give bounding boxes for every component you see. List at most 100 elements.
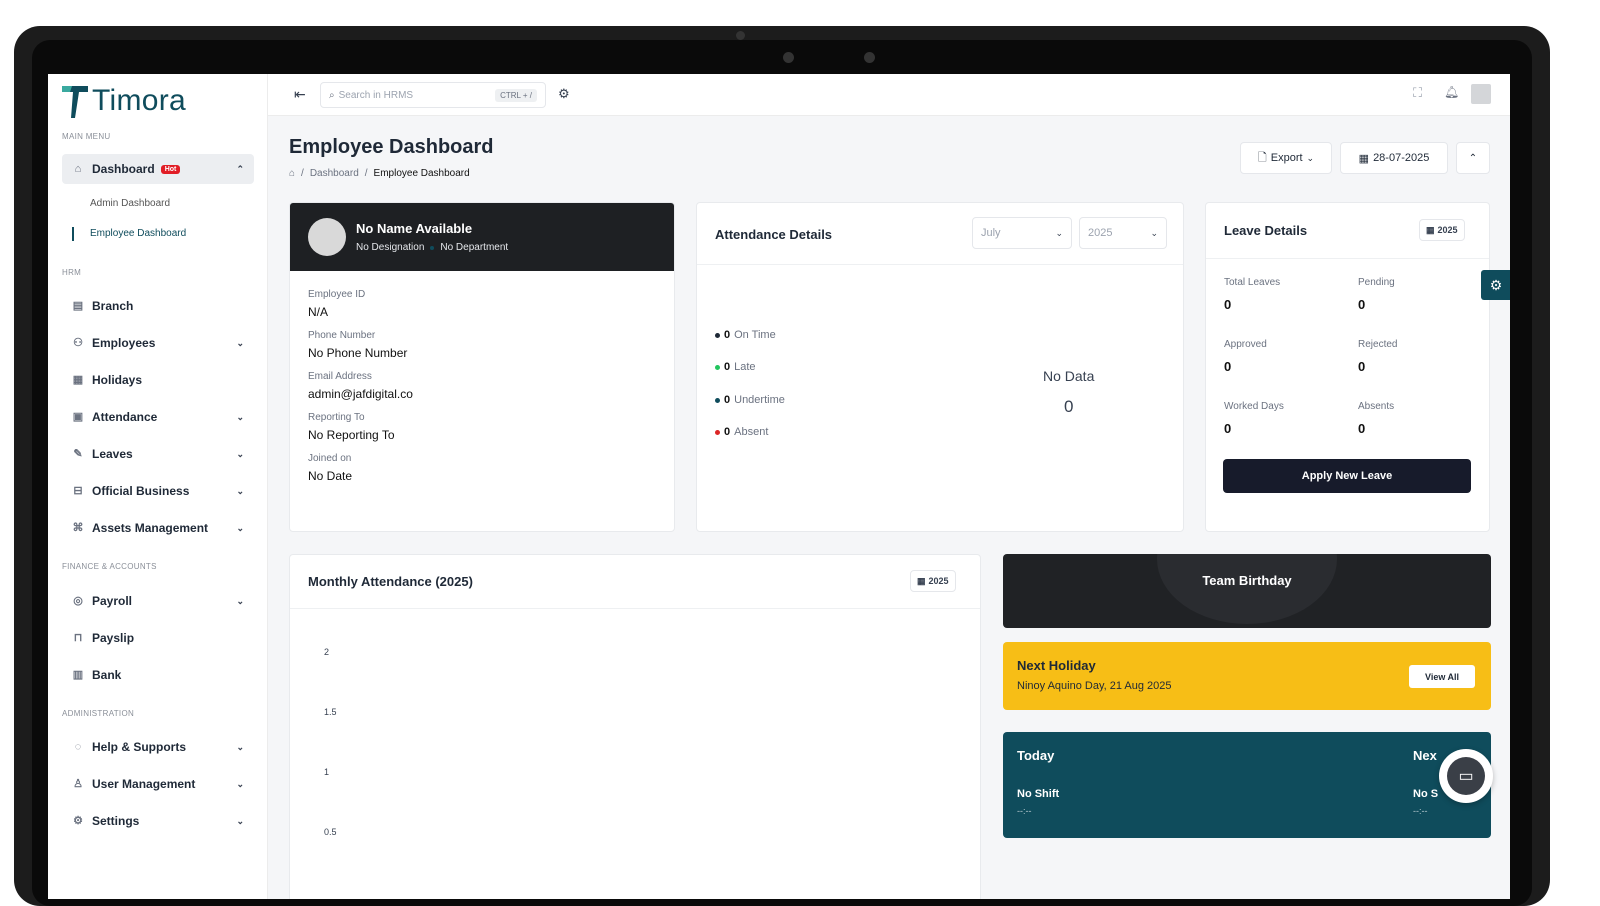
legend-dot: [715, 364, 720, 370]
sidebar-item-user-management[interactable]: ♙ User Management ⌄: [62, 769, 254, 799]
sidebar-item-branch[interactable]: ▤ Branch: [62, 291, 254, 321]
chevron-down-icon: ⌄: [236, 741, 244, 752]
home-icon[interactable]: ⌂: [289, 168, 295, 179]
camera-icon: [783, 52, 794, 63]
field-label: Reporting To: [308, 412, 365, 423]
clipboard-icon: ▣: [72, 411, 84, 423]
sidebar-item-settings[interactable]: ⚙ Settings ⌄: [62, 806, 254, 836]
sidebar-item-label: User Management: [92, 777, 196, 791]
employee-header: No Name Available No Designation No Depa…: [290, 203, 674, 271]
legend-dot: [715, 332, 720, 338]
stat-label: Total Leaves: [1224, 277, 1281, 288]
collapse-sidebar-icon[interactable]: ⇤: [294, 86, 306, 103]
sidebar-item-payslip[interactable]: ⊓ Payslip: [62, 623, 254, 653]
next-shift-time: --:--: [1413, 806, 1428, 816]
building-icon: ▤: [72, 300, 84, 312]
field-label: Email Address: [308, 371, 372, 382]
employee-fields: Employee ID N/A Phone Number No Phone Numb…: [290, 271, 674, 483]
employee-designation: No Designation: [356, 242, 425, 253]
bell-icon[interactable]: 🔔︎: [1444, 85, 1459, 99]
next-holiday-detail: Ninoy Aquino Day, 21 Aug 2025: [1017, 680, 1172, 692]
file-icon: 🗋︎: [1257, 151, 1267, 164]
today-shift-name: No Shift: [1017, 788, 1060, 800]
no-data-text: No Data: [1043, 368, 1095, 384]
sidebar-item-help-supports[interactable]: ◌ Help & Supports ⌄: [62, 732, 254, 762]
year-select[interactable]: 2025 ⌄: [1079, 217, 1167, 249]
breadcrumb-current: Employee Dashboard: [373, 168, 470, 179]
active-indicator: [72, 227, 74, 241]
decorative-arc: [1157, 554, 1337, 624]
lock-icon: ⊓: [73, 632, 83, 644]
next-shift-name: No S: [1413, 788, 1439, 800]
home-icon: ⌂: [74, 163, 82, 175]
y-tick-label: 1.5: [324, 707, 337, 717]
calendar-icon: ▦: [1426, 224, 1435, 235]
date-picker-button[interactable]: ▦ 28-07-2025: [1340, 142, 1448, 174]
sidebar-item-employees[interactable]: ⚇ Employees ⌄: [62, 328, 254, 358]
sidebar-item-dashboard[interactable]: ⌂ Dashboard Hot ⌃: [62, 154, 254, 184]
sidebar-item-holidays[interactable]: ▦ Holidays: [62, 365, 254, 395]
sidebar-item-label: Help & Supports: [92, 740, 187, 754]
breadcrumb-dashboard[interactable]: Dashboard: [310, 168, 359, 179]
month-select[interactable]: July ⌄: [972, 217, 1072, 249]
stat-value: 0: [1224, 421, 1232, 436]
sidebar-item-label: Payroll: [92, 594, 133, 608]
app-logo[interactable]: Timora: [62, 84, 186, 118]
legend-count: 0: [724, 361, 731, 373]
year-value: 2025: [1437, 225, 1458, 235]
fullscreen-icon[interactable]: ⛶: [1413, 85, 1422, 101]
avatar[interactable]: [1471, 84, 1491, 104]
sidebar-item-assets-management[interactable]: ⌘ Assets Management ⌄: [62, 513, 254, 543]
year-filter-button[interactable]: ▦ 2025: [1419, 219, 1465, 241]
month-value: July: [981, 227, 1001, 239]
topbar: ⇤ ⌕ Search in HRMS CTRL + / ⚙ ⛶ 🔔︎: [268, 74, 1510, 116]
section-administration: ADMINISTRATION: [62, 709, 135, 718]
sidebar-item-payroll[interactable]: ◎ Payroll ⌄: [62, 586, 254, 616]
logo-text: Timora: [92, 84, 187, 117]
year-value: 2025: [928, 576, 949, 586]
sidebar-subitem-admin-dashboard[interactable]: Admin Dashboard: [90, 198, 170, 209]
sidebar-item-bank[interactable]: ▥ Bank: [62, 660, 254, 690]
sidebar-item-label: Leaves: [92, 447, 133, 461]
sidebar-item-attendance[interactable]: ▣ Attendance ⌄: [62, 402, 254, 432]
stat-value: 0: [1358, 359, 1366, 374]
sidebar-item-official-business[interactable]: ⊟ Official Business ⌄: [62, 476, 254, 506]
sensor-dot: [864, 52, 875, 63]
apply-new-leave-button[interactable]: Apply New Leave: [1223, 459, 1471, 493]
sidebar-item-leaves[interactable]: ✎ Leaves ⌄: [62, 439, 254, 469]
section-hrm: HRM: [62, 268, 82, 277]
sidebar-subitem-employee-dashboard[interactable]: Employee Dashboard: [90, 228, 186, 239]
settings-search-icon[interactable]: ⚙: [558, 86, 570, 102]
chevron-double-up-icon: ⌃: [1468, 152, 1478, 164]
next-holiday-title: Next Holiday: [1017, 658, 1096, 673]
chevron-down-icon: ⌄: [1055, 227, 1063, 238]
view-all-button[interactable]: View All: [1409, 665, 1475, 688]
export-button[interactable]: 🗋︎ Export ⌄: [1240, 142, 1332, 174]
year-filter-button[interactable]: ▦ 2025: [910, 570, 956, 592]
stat-label: Worked Days: [1224, 401, 1284, 412]
separator-dot: [430, 245, 435, 250]
section-finance: FINANCE & ACCOUNTS: [62, 562, 157, 571]
chevron-down-icon: ⌄: [1306, 152, 1315, 163]
collapse-header-button[interactable]: ⌃: [1456, 142, 1490, 174]
legend-label: Absent: [734, 426, 769, 438]
field-value: No Reporting To: [308, 428, 395, 442]
section-main-menu: MAIN MENU: [62, 132, 111, 141]
date-label: 28-07-2025: [1373, 152, 1430, 164]
search-input[interactable]: ⌕ Search in HRMS CTRL + /: [320, 82, 546, 108]
sidebar-item-label: Payslip: [92, 631, 135, 645]
sidebar-item-label: Branch: [92, 299, 134, 313]
y-tick-label: 0.5: [324, 827, 337, 837]
chat-button[interactable]: ▭: [1439, 749, 1493, 803]
field-label: Joined on: [308, 453, 352, 464]
field-value: No Date: [308, 469, 353, 483]
briefcase-icon: ⊟: [73, 485, 83, 497]
monthly-attendance-card: Monthly Attendance (2025) ▦ 2025 2 1.5 1 …: [289, 554, 981, 899]
sidebar-item-label: Attendance: [92, 410, 158, 424]
chevron-up-icon: ⌃: [236, 163, 244, 174]
theme-settings-gear-icon[interactable]: ⚙: [1481, 270, 1510, 300]
sensor-dot: [736, 31, 745, 40]
stat-label: Absents: [1358, 401, 1395, 412]
export-label: Export: [1270, 152, 1303, 164]
legend-on-time: 0 On Time: [715, 329, 776, 341]
